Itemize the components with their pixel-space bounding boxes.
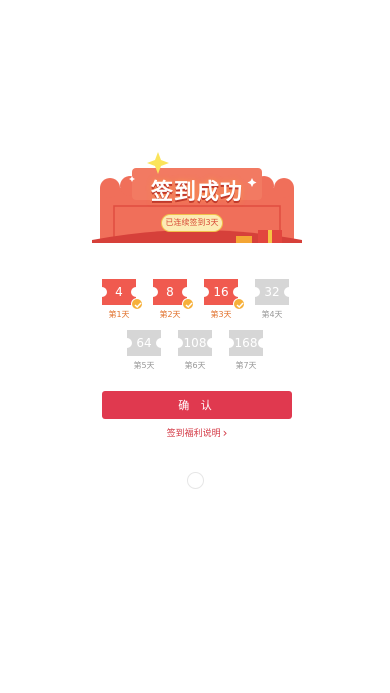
day-label: 第1天 (108, 310, 130, 319)
coupon-ticket: 32 (255, 279, 289, 305)
reward-value: 64 (136, 336, 152, 350)
rules-link[interactable]: 签到福利说明 › (92, 426, 302, 440)
day-label: 第4天 (261, 310, 283, 319)
coupon-ticket: 64 (127, 330, 161, 356)
day-2: 8 第2天 (153, 279, 194, 320)
confirm-button[interactable]: 确 认 (102, 391, 292, 419)
days-row-1: 4 第1天 8 第2天 16 第3天 32 第4天 (102, 279, 306, 320)
success-title: 签到成功 (150, 180, 243, 205)
day-label: 第5天 (133, 361, 155, 370)
reward-value: 4 (115, 285, 123, 299)
day-5: 64 第5天 (127, 330, 163, 371)
days-row-2: 64 第5天 108 第6天 168 第7天 (127, 330, 280, 371)
day-7: 168 第7天 (229, 330, 265, 371)
coupon-ticket: 16 (204, 279, 245, 310)
reward-value: 168 (234, 336, 258, 350)
day-6: 108 第6天 (178, 330, 214, 371)
reward-value: 8 (166, 285, 174, 299)
rules-link-label: 签到福利说明 (166, 429, 221, 439)
chevron-right-icon: › (222, 426, 228, 440)
coupon-ticket: 168 (229, 330, 263, 356)
coupon-ticket: 8 (153, 279, 194, 310)
check-icon (233, 298, 245, 310)
reward-value: 32 (264, 285, 280, 299)
checkin-card: 4 第1天 8 第2天 16 第3天 32 第4天 64 第5天 108 第6天… (92, 243, 302, 450)
day-label: 第3天 (210, 310, 232, 319)
day-3: 16 第3天 (204, 279, 245, 320)
reward-value: 108 (183, 336, 207, 350)
success-banner: 签到成功 已连续签到3天 (92, 150, 302, 250)
day-label: 第7天 (235, 361, 257, 370)
check-icon (182, 298, 194, 310)
day-label: 第6天 (184, 361, 206, 370)
streak-badge: 已连续签到3天 (161, 214, 223, 232)
day-1: 4 第1天 (102, 279, 143, 320)
check-icon (131, 298, 143, 310)
close-button[interactable] (187, 472, 204, 489)
reward-value: 16 (213, 285, 229, 299)
coupon-ticket: 4 (102, 279, 143, 310)
day-4: 32 第4天 (255, 279, 291, 320)
day-label: 第2天 (159, 310, 181, 319)
coupon-ticket: 108 (178, 330, 212, 356)
